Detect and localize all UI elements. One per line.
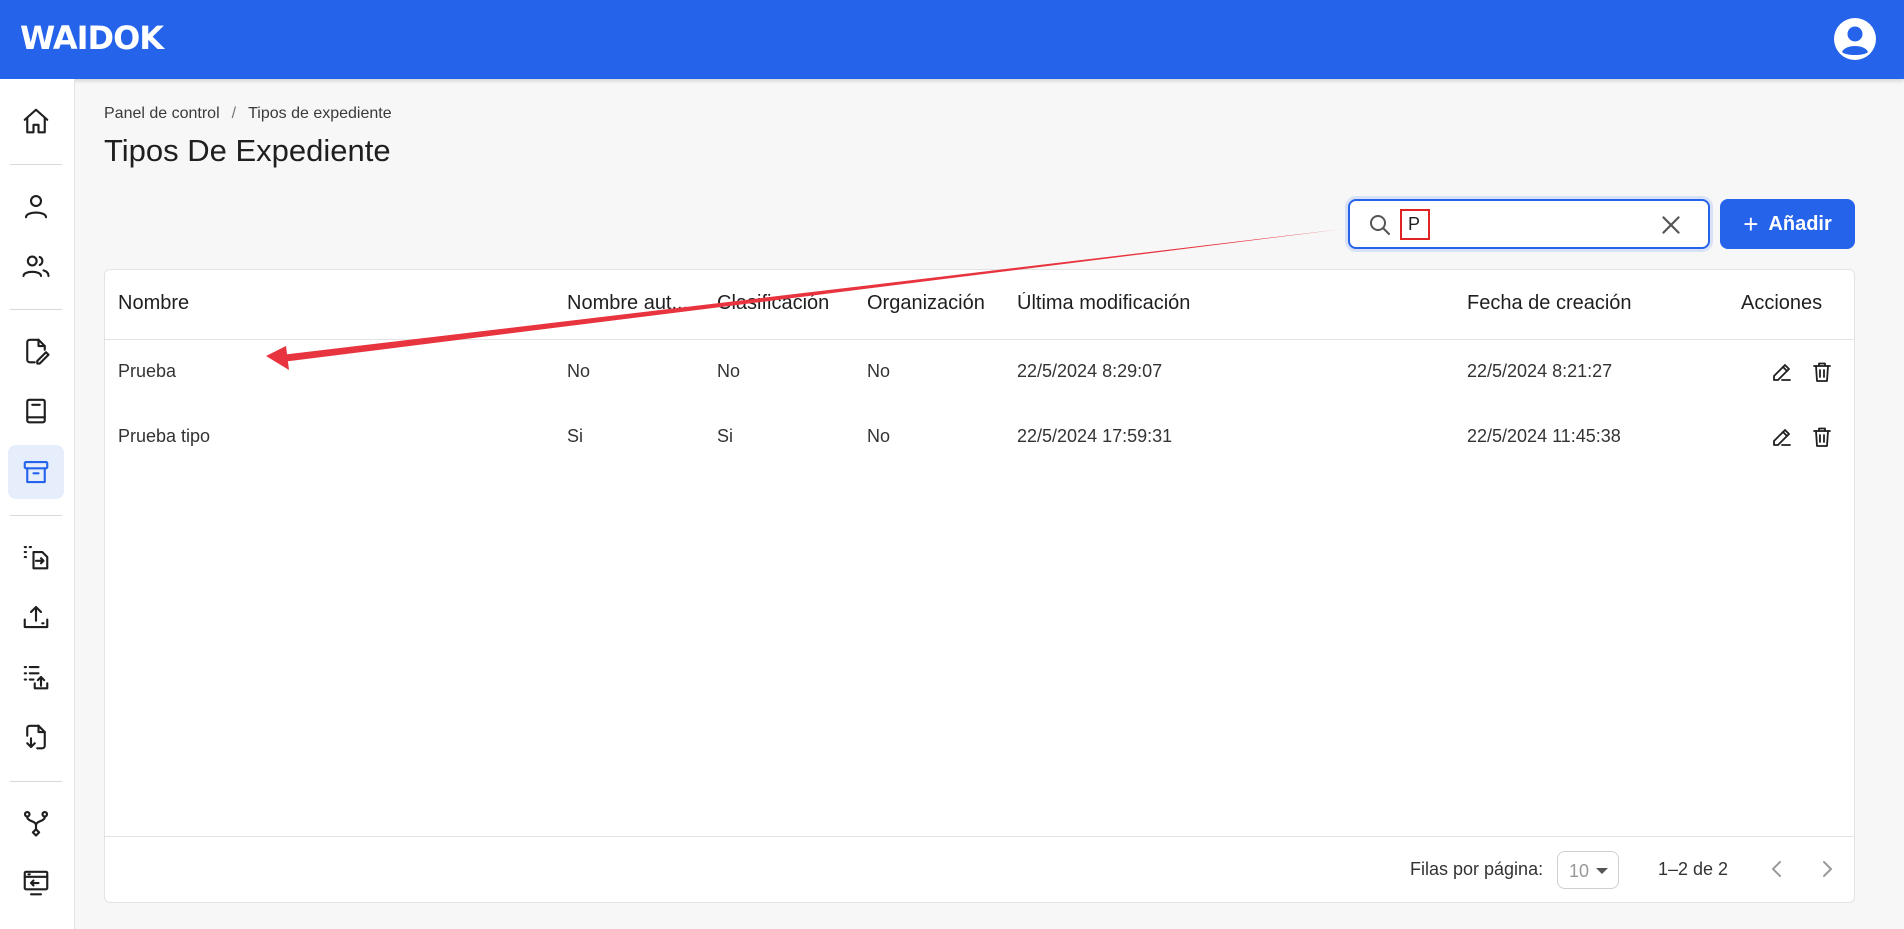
cell-fecha-creacion: 22/5/2024 11:45:38 xyxy=(1467,426,1621,446)
pencil-icon xyxy=(1773,429,1791,446)
sidebar-item-home[interactable] xyxy=(8,94,64,148)
cell-organizacion: No xyxy=(867,361,891,381)
book-icon xyxy=(26,398,46,424)
pagination-range: 1–2 de 2 xyxy=(1658,859,1729,879)
file-download-icon xyxy=(26,724,46,750)
archive-icon xyxy=(23,460,49,484)
pencil-icon xyxy=(1773,364,1791,381)
chevron-left-icon xyxy=(1772,861,1781,877)
search-input-highlight xyxy=(1400,209,1430,240)
cell-clasificacion: No xyxy=(717,361,741,381)
data-table: Nombre Nombre aut... Clasificación Organ… xyxy=(104,269,1855,903)
users-icon xyxy=(22,255,50,278)
next-page-button[interactable] xyxy=(1815,857,1839,881)
rows-per-page-select[interactable]: 10 xyxy=(1557,851,1619,889)
sidebar-item-catalog[interactable] xyxy=(8,384,64,438)
breadcrumb-separator: / xyxy=(231,105,237,122)
sidebar-item-workflow[interactable] xyxy=(8,796,64,850)
sidebar-divider xyxy=(10,164,62,165)
cell-nombre: Prueba tipo xyxy=(118,426,211,446)
chevron-right-icon xyxy=(1823,861,1832,877)
cell-fecha-creacion: 22/5/2024 8:21:27 xyxy=(1467,361,1613,381)
delete-button[interactable] xyxy=(1810,425,1834,449)
edit-button[interactable] xyxy=(1770,425,1794,449)
cell-ultima-modificacion: 22/5/2024 8:29:07 xyxy=(1017,361,1163,381)
table-pagination: Filas por página: 10 1–2 de 2 xyxy=(105,836,1854,902)
trash-icon xyxy=(1813,427,1831,447)
upload-icon xyxy=(23,605,49,629)
sidebar-item-user[interactable] xyxy=(8,179,64,233)
column-header-clasificacion[interactable]: Clasificación xyxy=(717,292,829,315)
cell-clasificacion: Si xyxy=(717,426,734,446)
column-header-acciones: Acciones xyxy=(1741,292,1823,314)
file-transfer-icon xyxy=(23,545,49,570)
add-button-label: Añadir xyxy=(1768,212,1832,235)
table-row[interactable]: Prueba tipo Si Si No 22/5/2024 17:59:31 … xyxy=(105,405,1854,470)
edit-button[interactable] xyxy=(1770,360,1794,384)
close-icon[interactable] xyxy=(1658,212,1684,238)
user-circle-icon[interactable] xyxy=(1833,17,1877,61)
screen-import-icon xyxy=(23,870,49,896)
search-box xyxy=(1348,199,1710,249)
search-input[interactable] xyxy=(1400,209,1630,239)
sidebar-divider xyxy=(10,515,62,516)
cell-organizacion: No xyxy=(867,426,891,446)
sidebar-item-transfer[interactable] xyxy=(8,530,64,584)
breadcrumb-dashboard[interactable]: Panel de control xyxy=(104,105,220,123)
file-signature-icon xyxy=(26,338,50,365)
workflow-icon xyxy=(23,810,49,837)
sidebar-divider xyxy=(10,309,62,310)
rows-per-page-value: 10 xyxy=(1569,861,1590,881)
caret-down-icon xyxy=(1596,868,1608,874)
trash-icon xyxy=(1813,362,1831,382)
add-button[interactable]: + Añadir xyxy=(1720,199,1855,249)
cell-ultima-modificacion: 22/5/2024 17:59:31 xyxy=(1017,426,1173,446)
home-icon xyxy=(23,108,49,134)
cell-nombre: Prueba xyxy=(118,361,177,381)
sidebar-item-download[interactable] xyxy=(8,710,64,764)
search-icon xyxy=(1370,215,1390,235)
cell-nombre-automatico: No xyxy=(567,361,591,381)
column-header-fecha-creacion[interactable]: Fecha de creación xyxy=(1467,292,1632,315)
cell-nombre-automatico: Si xyxy=(567,426,584,446)
sidebar xyxy=(0,79,75,929)
previous-page-button[interactable] xyxy=(1765,857,1789,881)
table-header: Nombre Nombre aut... Clasificación Organ… xyxy=(105,270,1854,340)
list-upload-icon xyxy=(23,665,49,690)
table-row[interactable]: Prueba No No No 22/5/2024 8:29:07 22/5/2… xyxy=(105,340,1854,405)
sidebar-item-import[interactable] xyxy=(8,856,64,910)
sidebar-item-documents[interactable] xyxy=(8,324,64,378)
column-header-ultima-modificacion[interactable]: Última modificación xyxy=(1017,292,1190,315)
app-header: WAIDOK xyxy=(0,0,1904,79)
column-header-nombre-automatico[interactable]: Nombre aut... xyxy=(567,292,699,315)
column-header-nombre[interactable]: Nombre xyxy=(118,292,189,315)
sidebar-divider xyxy=(10,781,62,782)
sidebar-item-expedient-types[interactable] xyxy=(8,445,64,499)
breadcrumb-current: Tipos de expediente xyxy=(248,105,392,122)
breadcrumb: Panel de control / Tipos de expediente xyxy=(104,104,392,124)
column-header-organizacion[interactable]: Organización xyxy=(867,292,985,315)
sidebar-item-users[interactable] xyxy=(8,239,64,293)
sidebar-item-bulk-upload[interactable] xyxy=(8,650,64,704)
page-title: Tipos De Expediente xyxy=(104,133,391,168)
plus-icon: + xyxy=(1743,209,1759,239)
sidebar-item-upload[interactable] xyxy=(8,590,64,644)
app-logo[interactable]: WAIDOK xyxy=(20,18,164,58)
user-icon xyxy=(24,194,48,219)
rows-per-page-label: Filas por página: xyxy=(1410,859,1544,879)
delete-button[interactable] xyxy=(1810,360,1834,384)
